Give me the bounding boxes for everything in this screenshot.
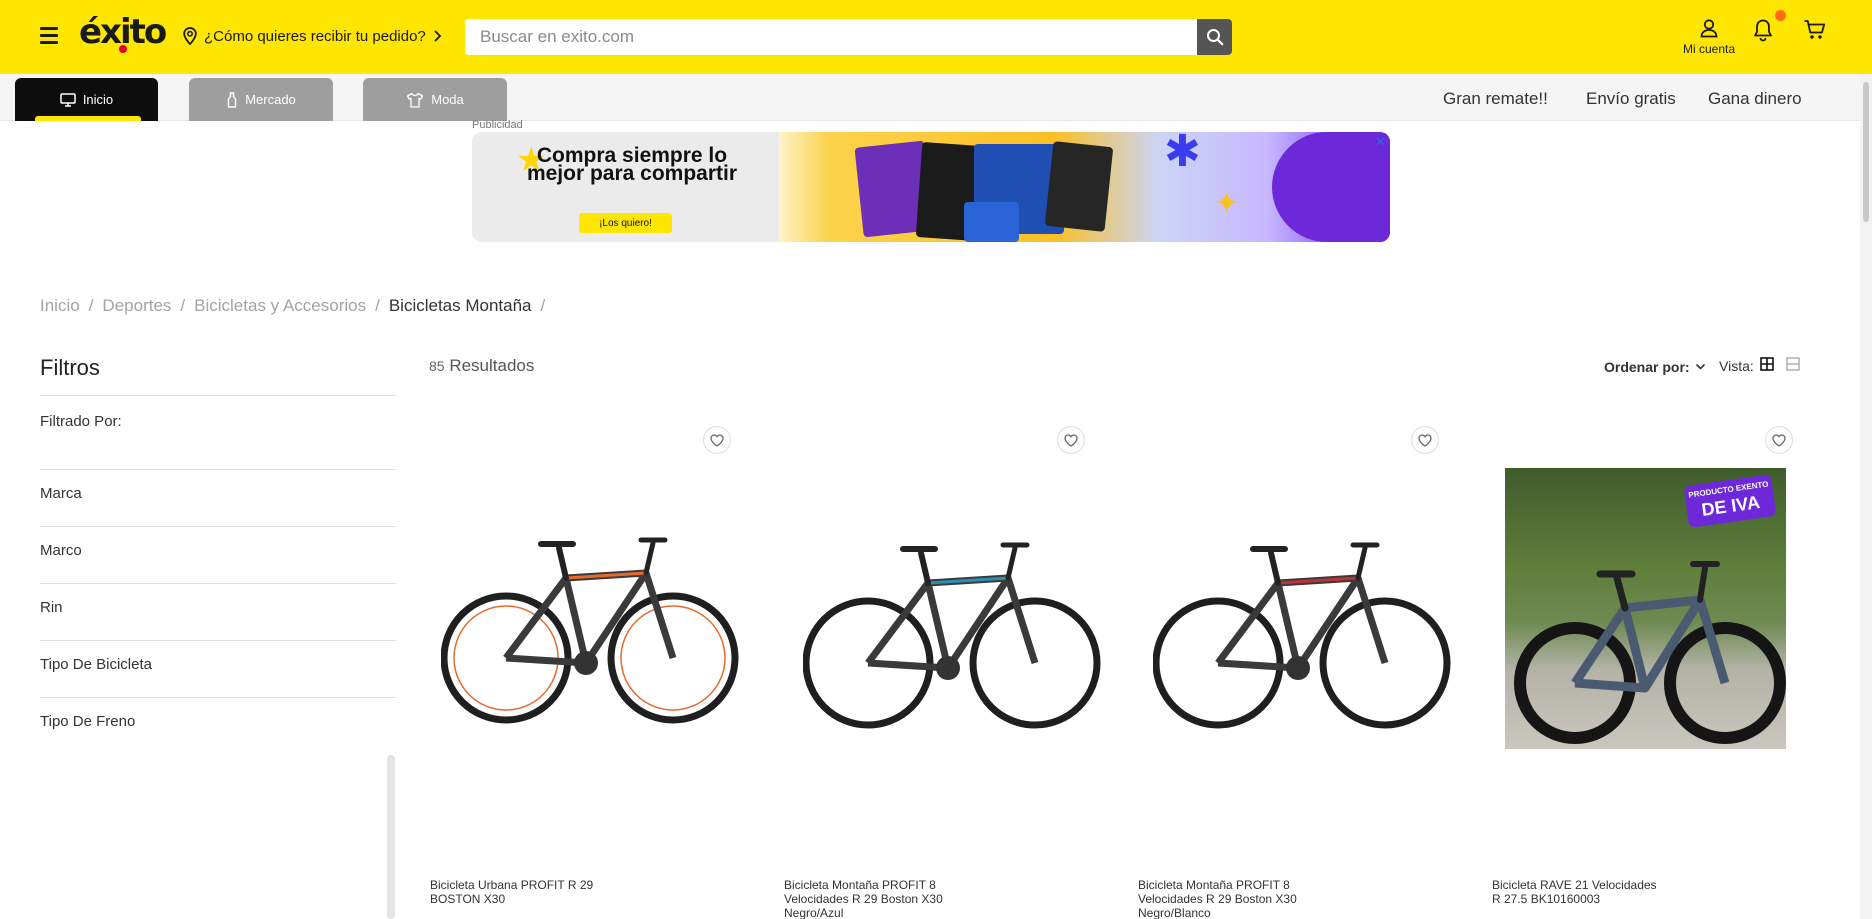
divider — [40, 640, 396, 641]
account-button[interactable]: Mi cuenta — [1676, 16, 1742, 56]
tab-mercado[interactable]: Mercado — [189, 78, 333, 121]
active-tab-indicator — [35, 116, 141, 121]
bicycle-image — [1153, 542, 1451, 729]
user-icon — [1700, 19, 1718, 38]
bicycle-photo: PRODUCTO EXENTO DE IVA — [1505, 468, 1786, 749]
divider — [40, 395, 396, 396]
sort-dropdown[interactable]: Ordenar por: — [1604, 359, 1706, 375]
search-button[interactable] — [1197, 19, 1232, 55]
breadcrumb-separator: / — [88, 296, 94, 315]
ad-banner[interactable]: ★ Compra siempre lo mejor para compartir… — [472, 132, 1390, 242]
list-view-icon[interactable] — [1786, 357, 1800, 376]
category-nav: Inicio Mercado Moda Gran remate!! Envío … — [0, 74, 1872, 121]
breadcrumb-separator: / — [375, 296, 380, 315]
favorite-heart-icon[interactable] — [1057, 426, 1085, 454]
cart-button[interactable] — [1803, 19, 1827, 46]
filter-tipo-bicicleta[interactable]: Tipo De Bicicleta — [40, 656, 152, 673]
bottle-icon — [228, 91, 237, 108]
divider — [40, 526, 396, 527]
cart-icon — [1804, 20, 1826, 39]
decorative-blob — [1272, 132, 1390, 242]
product-card[interactable]: Bicicleta Urbana PROFIT R 29 BOSTON X30 — [429, 420, 769, 919]
filter-marco[interactable]: Marco — [40, 542, 82, 559]
product-card[interactable]: Bicicleta Montaña PROFIT 8 Velocidades R… — [1137, 420, 1477, 919]
chips-ahoy-package-image — [964, 202, 1019, 242]
bicycle-image — [803, 542, 1101, 729]
menu-icon[interactable] — [40, 27, 58, 44]
tab-inicio[interactable]: Inicio — [15, 78, 158, 121]
results-number: 85 — [429, 358, 445, 374]
tab-label: Moda — [431, 92, 464, 107]
ad-text-panel: ★ Compra siempre lo mejor para compartir… — [472, 132, 779, 242]
view-label: Vista: — [1719, 358, 1754, 374]
scrollbar-thumb[interactable] — [1863, 82, 1869, 222]
favorite-heart-icon[interactable] — [1765, 426, 1793, 454]
gran-remate-link[interactable]: Gran remate!! — [1443, 89, 1548, 109]
sparkle-icon: ✱ — [1164, 132, 1201, 176]
divider — [40, 469, 396, 470]
tab-moda[interactable]: Moda — [363, 78, 507, 121]
notification-badge — [1775, 10, 1786, 21]
product-name[interactable]: Bicicleta Urbana PROFIT R 29 BOSTON X30 — [430, 878, 600, 906]
filter-rin[interactable]: Rin — [40, 599, 63, 616]
shirt-icon — [407, 92, 424, 108]
chevron-down-icon — [1695, 363, 1705, 370]
breadcrumb-separator: / — [540, 296, 546, 315]
search-icon — [1206, 29, 1223, 46]
page-scrollbar[interactable] — [1860, 74, 1872, 919]
tab-label: Inicio — [82, 92, 114, 107]
location-pin-icon — [183, 27, 197, 45]
ad-label: Publicidad — [472, 119, 523, 131]
halls-package-image — [1044, 141, 1114, 232]
product-name[interactable]: Bicicleta Montaña PROFIT 8 Velocidades R… — [1138, 878, 1308, 919]
ad-image-panel — [779, 132, 1390, 242]
breadcrumb-bicicletas-accesorios[interactable]: Bicicletas y Accesorios — [194, 296, 366, 316]
filtered-by-label: Filtrado Por: — [40, 413, 122, 430]
breadcrumb: Inicio / Deportes / Bicicletas y Accesor… — [40, 296, 545, 316]
breadcrumb-separator: / — [180, 296, 186, 315]
filters-title: Filtros — [40, 355, 100, 380]
favorite-heart-icon[interactable] — [703, 426, 731, 454]
search-input[interactable] — [465, 19, 1197, 55]
breadcrumb-inicio[interactable]: Inicio — [40, 296, 80, 316]
product-card[interactable]: Bicicleta Montaña PROFIT 8 Velocidades R… — [783, 420, 1123, 919]
breadcrumb-current: Bicicletas Montaña — [388, 296, 532, 315]
ad-close-icon[interactable]: ✕ — [1375, 134, 1386, 150]
divider — [40, 583, 396, 584]
top-header: éxito ¿Cómo quieres recibir tu pedido? M… — [0, 0, 1872, 74]
filter-tipo-freno[interactable]: Tipo De Freno — [40, 713, 135, 730]
favorite-heart-icon[interactable] — [1411, 426, 1439, 454]
product-name[interactable]: Bicicleta RAVE 21 Velocidades R 27.5 BK1… — [1492, 878, 1662, 906]
search-bar — [465, 19, 1232, 55]
results-label: Resultados — [449, 356, 535, 375]
divider — [40, 697, 396, 698]
delivery-selector[interactable]: ¿Cómo quieres recibir tu pedido? — [182, 27, 442, 45]
sort-label: Ordenar por: — [1604, 359, 1690, 375]
monitor-icon — [60, 92, 76, 107]
delivery-prompt: ¿Cómo quieres recibir tu pedido? — [204, 27, 426, 45]
ad-cta-button[interactable]: ¡Los quiero! — [579, 213, 672, 233]
gana-dinero-link[interactable]: Gana dinero — [1708, 89, 1802, 109]
tab-label: Mercado — [245, 92, 296, 107]
chevron-right-icon — [434, 30, 442, 42]
ad-headline: Compra siempre lo mejor para compartir — [526, 144, 738, 185]
account-label: Mi cuenta — [1682, 42, 1736, 56]
bicycle-image — [441, 537, 739, 724]
grid-view-icon[interactable] — [1760, 357, 1774, 376]
product-name[interactable]: Bicicleta Montaña PROFIT 8 Velocidades R… — [784, 878, 954, 919]
filter-marca[interactable]: Marca — [40, 485, 82, 502]
logo-dot — [119, 45, 127, 53]
envio-gratis-link[interactable]: Envío gratis — [1586, 89, 1676, 109]
breadcrumb-deportes[interactable]: Deportes — [102, 296, 171, 316]
filter-scrollbar[interactable] — [387, 755, 395, 919]
notifications-button[interactable] — [1752, 18, 1774, 47]
bell-icon — [1754, 19, 1772, 42]
star-icon: ✦ — [1214, 187, 1240, 220]
results-count: 85 Resultados — [429, 356, 534, 376]
